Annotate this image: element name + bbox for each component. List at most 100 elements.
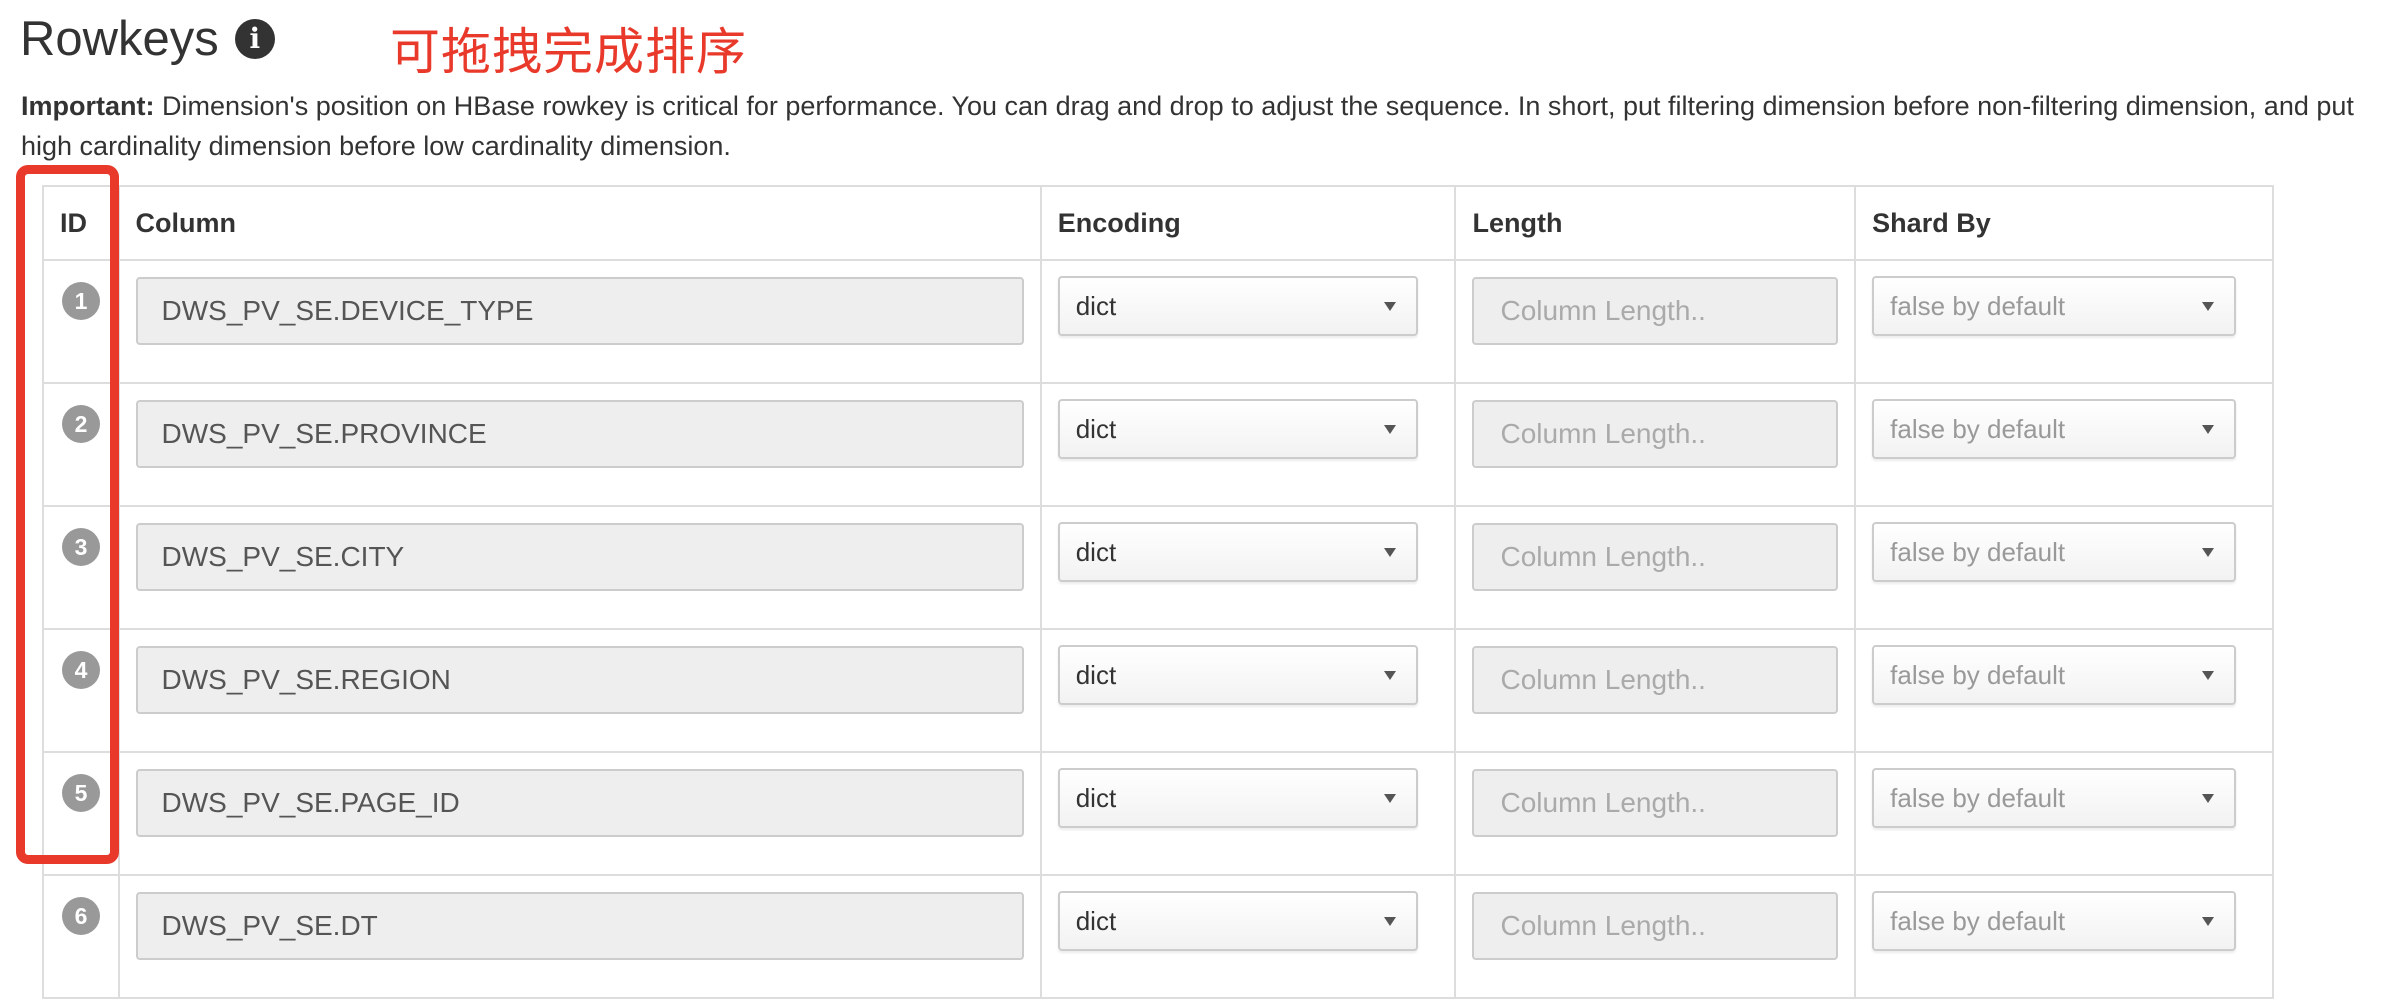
column-length-input[interactable]: Column Length..	[1472, 646, 1839, 714]
id-cell: 3	[42, 505, 120, 630]
table-row[interactable]: 5 DWS_PV_SE.PAGE_ID dict Column Length..…	[42, 751, 2274, 876]
caret-down-icon	[2202, 301, 2214, 311]
column-cell: DWS_PV_SE.REGION	[117, 628, 1042, 753]
shard-by-cell: false by default	[1854, 259, 2274, 384]
id-cell: 5	[42, 751, 120, 876]
encoding-value: dict	[1075, 536, 1117, 567]
encoding-select[interactable]: dict	[1057, 645, 1419, 705]
encoding-value: dict	[1075, 290, 1117, 321]
caret-down-icon	[1384, 793, 1397, 803]
shard-by-select[interactable]: false by default	[1872, 399, 2236, 459]
length-cell: Column Length..	[1454, 259, 1857, 384]
shard-by-select[interactable]: false by default	[1872, 645, 2236, 705]
encoding-value: dict	[1075, 905, 1117, 936]
column-name-field: DWS_PV_SE.PAGE_ID	[135, 769, 1024, 837]
column-name-field: DWS_PV_SE.DEVICE_TYPE	[135, 277, 1024, 345]
page-title: Rowkeys	[20, 12, 219, 66]
header-encoding: Encoding	[1039, 185, 1457, 261]
caret-down-icon	[2202, 793, 2214, 803]
shard-by-cell: false by default	[1854, 382, 2274, 507]
column-cell: DWS_PV_SE.DEVICE_TYPE	[117, 259, 1042, 384]
row-id-badge[interactable]: 4	[62, 651, 100, 689]
encoding-select[interactable]: dict	[1057, 399, 1419, 459]
header-length: Length	[1454, 185, 1857, 261]
shard-by-cell: false by default	[1854, 751, 2274, 876]
caret-down-icon	[2202, 916, 2214, 926]
caret-down-icon	[1384, 301, 1397, 311]
important-label: Important:	[21, 91, 155, 121]
shard-by-value: false by default	[1890, 290, 2066, 321]
id-cell: 6	[42, 874, 120, 999]
column-name-field: DWS_PV_SE.PROVINCE	[135, 400, 1024, 468]
length-cell: Column Length..	[1454, 382, 1857, 507]
encoding-cell: dict	[1039, 751, 1457, 876]
length-cell: Column Length..	[1454, 874, 1857, 999]
column-length-input[interactable]: Column Length..	[1472, 400, 1839, 468]
encoding-value: dict	[1075, 413, 1117, 444]
row-id-badge[interactable]: 3	[62, 528, 100, 566]
column-cell: DWS_PV_SE.PROVINCE	[117, 382, 1042, 507]
table-row[interactable]: 6 DWS_PV_SE.DT dict Column Length.. fals…	[42, 874, 2274, 999]
encoding-cell: dict	[1039, 505, 1457, 630]
encoding-cell: dict	[1039, 382, 1457, 507]
id-cell: 2	[42, 382, 120, 507]
length-cell: Column Length..	[1454, 628, 1857, 753]
caret-down-icon	[2202, 424, 2214, 434]
column-name-field: DWS_PV_SE.CITY	[135, 523, 1024, 591]
encoding-cell: dict	[1039, 628, 1457, 753]
column-cell: DWS_PV_SE.PAGE_ID	[117, 751, 1042, 876]
shard-by-select[interactable]: false by default	[1872, 276, 2236, 336]
column-cell: DWS_PV_SE.DT	[117, 874, 1042, 999]
header-column: Column	[117, 185, 1042, 261]
shard-by-cell: false by default	[1854, 874, 2274, 999]
section-header: Rowkeys i	[20, 8, 275, 70]
column-cell: DWS_PV_SE.CITY	[117, 505, 1042, 630]
shard-by-value: false by default	[1890, 413, 2066, 444]
encoding-select[interactable]: dict	[1057, 276, 1419, 336]
caret-down-icon	[1384, 670, 1397, 680]
important-text: Dimension's position on HBase rowkey is …	[21, 91, 2354, 161]
column-length-input[interactable]: Column Length..	[1472, 892, 1839, 960]
table-row[interactable]: 1 DWS_PV_SE.DEVICE_TYPE dict Column Leng…	[42, 259, 2274, 384]
caret-down-icon	[1384, 916, 1397, 926]
caret-down-icon	[1384, 424, 1397, 434]
column-name-field: DWS_PV_SE.REGION	[135, 646, 1024, 714]
encoding-cell: dict	[1039, 874, 1457, 999]
shard-by-value: false by default	[1890, 659, 2066, 690]
header-id: ID	[42, 185, 120, 261]
id-cell: 1	[42, 259, 120, 384]
shard-by-value: false by default	[1890, 905, 2066, 936]
header-shard-by: Shard By	[1854, 185, 2274, 261]
length-cell: Column Length..	[1454, 751, 1857, 876]
encoding-select[interactable]: dict	[1057, 522, 1419, 582]
row-id-badge[interactable]: 2	[62, 405, 100, 443]
caret-down-icon	[2202, 547, 2214, 557]
caret-down-icon	[2202, 670, 2214, 680]
drag-sort-annotation: 可拖拽完成排序	[390, 23, 747, 81]
shard-by-value: false by default	[1890, 782, 2066, 813]
shard-by-select[interactable]: false by default	[1872, 522, 2236, 582]
encoding-cell: dict	[1039, 259, 1457, 384]
encoding-value: dict	[1075, 782, 1117, 813]
info-circle-icon[interactable]: i	[234, 19, 275, 59]
column-length-input[interactable]: Column Length..	[1472, 769, 1839, 837]
shard-by-cell: false by default	[1854, 505, 2274, 630]
caret-down-icon	[1384, 547, 1397, 557]
important-note: Important: Dimension's position on HBase…	[21, 86, 2381, 166]
table-row[interactable]: 4 DWS_PV_SE.REGION dict Column Length.. …	[42, 628, 2274, 753]
length-cell: Column Length..	[1454, 505, 1857, 630]
encoding-select[interactable]: dict	[1057, 768, 1419, 828]
table-row[interactable]: 2 DWS_PV_SE.PROVINCE dict Column Length.…	[42, 382, 2274, 507]
column-length-input[interactable]: Column Length..	[1472, 523, 1839, 591]
encoding-select[interactable]: dict	[1057, 891, 1419, 951]
shard-by-cell: false by default	[1854, 628, 2274, 753]
column-length-input[interactable]: Column Length..	[1472, 277, 1839, 345]
row-id-badge[interactable]: 6	[62, 897, 100, 935]
shard-by-select[interactable]: false by default	[1872, 768, 2236, 828]
shard-by-select[interactable]: false by default	[1872, 891, 2236, 951]
row-id-badge[interactable]: 5	[62, 774, 100, 812]
table-row[interactable]: 3 DWS_PV_SE.CITY dict Column Length.. fa…	[42, 505, 2274, 630]
id-cell: 4	[42, 628, 120, 753]
column-name-field: DWS_PV_SE.DT	[135, 892, 1024, 960]
row-id-badge[interactable]: 1	[62, 282, 100, 320]
